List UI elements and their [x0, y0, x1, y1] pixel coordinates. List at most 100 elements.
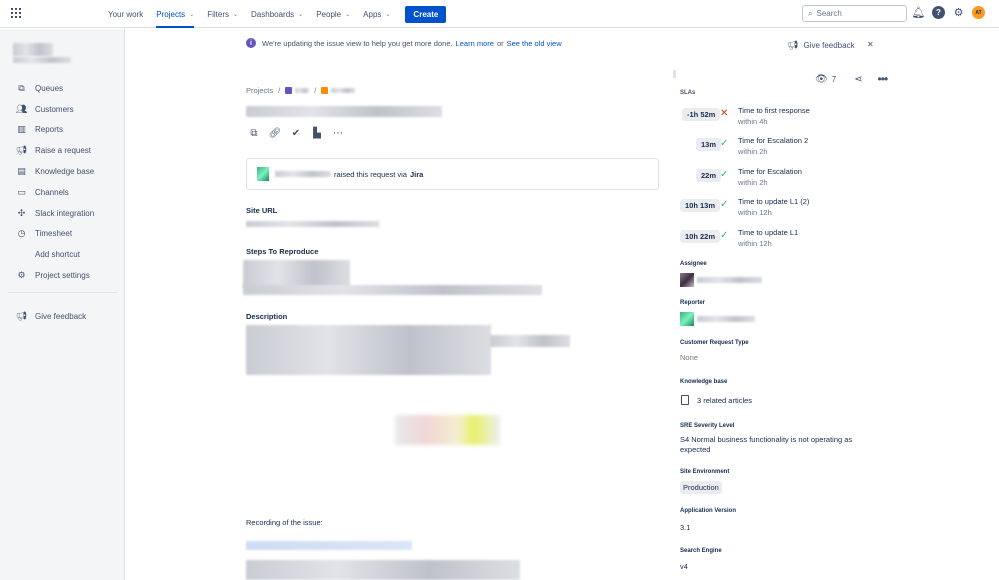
sla-time: 13m: [696, 138, 722, 151]
chevron-down-icon: ⌄: [189, 11, 195, 18]
raised-via: Jira: [409, 169, 424, 179]
banner-text: We're updating the issue view to help yo…: [262, 38, 453, 48]
sla-name: Time to update L1 (2): [738, 197, 810, 206]
megaphone-icon: 📢︎: [15, 145, 28, 156]
assignee-name-redacted[interactable]: [697, 277, 762, 283]
more-icon[interactable]: ⋯: [332, 127, 344, 139]
reports-icon: ▥: [17, 124, 26, 135]
sidebar-item-queues[interactable]: ⧉ Queues: [16, 78, 94, 99]
sidebar-item-project-settings[interactable]: ⚙ Project settings: [16, 265, 94, 286]
nav-your-work[interactable]: Your work: [108, 0, 143, 28]
project-name-redacted: [13, 57, 71, 63]
create-button[interactable]: Create: [405, 5, 447, 23]
breadcrumb-separator: /: [278, 86, 281, 95]
search-engine-value[interactable]: v4: [680, 562, 688, 571]
knowledge-base-icon: ▤: [17, 166, 26, 177]
description-text-redacted: [490, 335, 570, 347]
old-view-link[interactable]: See the old view: [507, 39, 562, 48]
nav-items: Your work Projects ⌄ Filters ⌄ Dashboards ⌄…: [108, 0, 447, 28]
site-url-redacted[interactable]: [246, 221, 379, 227]
search-input[interactable]: ⌕ Search: [802, 5, 907, 22]
reporter-name-redacted: [275, 171, 331, 177]
channels-icon: ▭: [17, 186, 26, 197]
share-icon[interactable]: ⋖: [854, 74, 862, 85]
breadcrumb-projects[interactable]: Projects: [246, 86, 273, 95]
issue-title-redacted[interactable]: [246, 106, 442, 117]
sidebar-item-channels[interactable]: ▭ Channels: [16, 182, 94, 203]
sidebar-item-customers[interactable]: 👥︎ Customers: [16, 99, 94, 120]
customer-request-type-value[interactable]: None: [680, 353, 698, 362]
cross-icon: ✕: [720, 108, 729, 119]
breadcrumb-project-redacted[interactable]: [295, 88, 310, 93]
sidebar-item-slack[interactable]: ✣ Slack integration: [16, 203, 94, 224]
assignee-label: Assignee: [680, 261, 707, 267]
top-icons: 🔔︎ ? ⚙ AT: [912, 6, 985, 19]
project-avatar: [13, 43, 53, 56]
sidebar-item-add-shortcut[interactable]: Add shortcut: [16, 244, 94, 265]
nav-apps[interactable]: Apps ⌄: [363, 0, 390, 28]
eye-icon[interactable]: 👁︎: [815, 74, 828, 85]
recording-link-redacted[interactable]: [246, 541, 412, 550]
reporter-name-redacted[interactable]: [697, 316, 755, 322]
project-icon: [285, 87, 293, 94]
sla-goal: within 4h: [738, 117, 768, 126]
search-placeholder: Search: [816, 9, 842, 18]
checkmark-icon: ✓: [720, 230, 729, 241]
sla-name: Time for Escalation 2: [738, 136, 809, 145]
search-engine-label: Search Engine: [680, 548, 722, 554]
add-child-icon[interactable]: ⧉: [248, 127, 260, 139]
avatar: [680, 273, 694, 287]
give-feedback-button[interactable]: 📢︎ Give feedback: [787, 40, 855, 51]
steps-text-redacted: [243, 285, 542, 295]
search-icon: ⌕: [808, 8, 813, 18]
nav-filters[interactable]: Filters ⌄: [207, 0, 238, 28]
nav-dashboards[interactable]: Dashboards ⌄: [251, 0, 303, 28]
knowledge-base-articles[interactable]: 3 related articles: [681, 395, 752, 405]
learn-more-link[interactable]: Learn more: [456, 39, 494, 48]
app-icon[interactable]: ▙: [311, 127, 323, 139]
sla-name: Time for Escalation: [738, 167, 802, 176]
site-environment-value[interactable]: Production: [680, 481, 722, 494]
notifications-icon[interactable]: 🔔︎: [912, 6, 926, 19]
issue-actions: 👁︎ 7 ⋖ •••: [815, 72, 889, 86]
sre-severity-label: SRE Severity Level: [680, 423, 735, 429]
sidebar-item-raise-request[interactable]: 📢︎ Raise a request: [16, 140, 94, 161]
issue-toolbar: ⧉ 🔗︎ ✔ ▙ ⋯: [248, 127, 344, 139]
help-icon[interactable]: ?: [932, 6, 945, 19]
sla-goal: within 2h: [738, 178, 768, 187]
sidebar-item-reports[interactable]: ▥ Reports: [16, 120, 94, 141]
close-icon[interactable]: ✕: [867, 40, 874, 49]
watcher-count[interactable]: 7: [832, 75, 836, 84]
nav-projects[interactable]: Projects ⌄: [156, 0, 194, 28]
description-text-redacted: [246, 325, 491, 375]
link-icon[interactable]: 🔗︎: [269, 127, 282, 139]
add-shortcut-icon: [16, 249, 27, 260]
article-icon: [681, 395, 689, 405]
app-switcher-icon[interactable]: [11, 8, 21, 18]
sidebar: ⧉ Queues 👥︎ Customers ▥ Reports 📢︎ Raise a r…: [0, 29, 125, 580]
sidebar-divider: [8, 292, 117, 293]
sla-row: 10h 22m ✓ Time to update L1 within 12h: [680, 228, 880, 256]
gear-icon[interactable]: ⚙: [952, 6, 965, 19]
more-icon[interactable]: •••: [878, 72, 889, 86]
recording-label: Recording of the issue:: [246, 518, 323, 527]
breadcrumb-separator: /: [314, 86, 317, 95]
update-banner: i We're updating the issue view to help …: [246, 38, 565, 48]
slack-icon: ✣: [17, 207, 26, 218]
sidebar-item-knowledge-base[interactable]: ▤ Knowledge base: [16, 161, 94, 182]
sla-time: 10h 13m: [680, 199, 721, 212]
sidebar-item-timesheet[interactable]: ◷ Timesheet: [16, 224, 94, 245]
breadcrumb-issue-redacted[interactable]: [331, 88, 356, 93]
issue-type-icon: [321, 87, 329, 94]
avatar[interactable]: AT: [972, 6, 985, 19]
checkmark-circle-icon[interactable]: ✔: [290, 127, 302, 139]
chevron-down-icon: ⌄: [385, 11, 391, 18]
nav-people[interactable]: People ⌄: [316, 0, 350, 28]
sidebar-give-feedback[interactable]: 📢︎ Give feedback: [16, 306, 86, 327]
sre-severity-value[interactable]: S4 Normal business functionality is not …: [680, 435, 870, 455]
banner-or: or: [496, 38, 504, 48]
sla-name: Time to update L1: [738, 228, 799, 237]
avatar: [257, 167, 269, 181]
app-version-value[interactable]: 3.1: [680, 523, 690, 532]
raised-by-box: raised this request via Jira: [246, 158, 659, 190]
